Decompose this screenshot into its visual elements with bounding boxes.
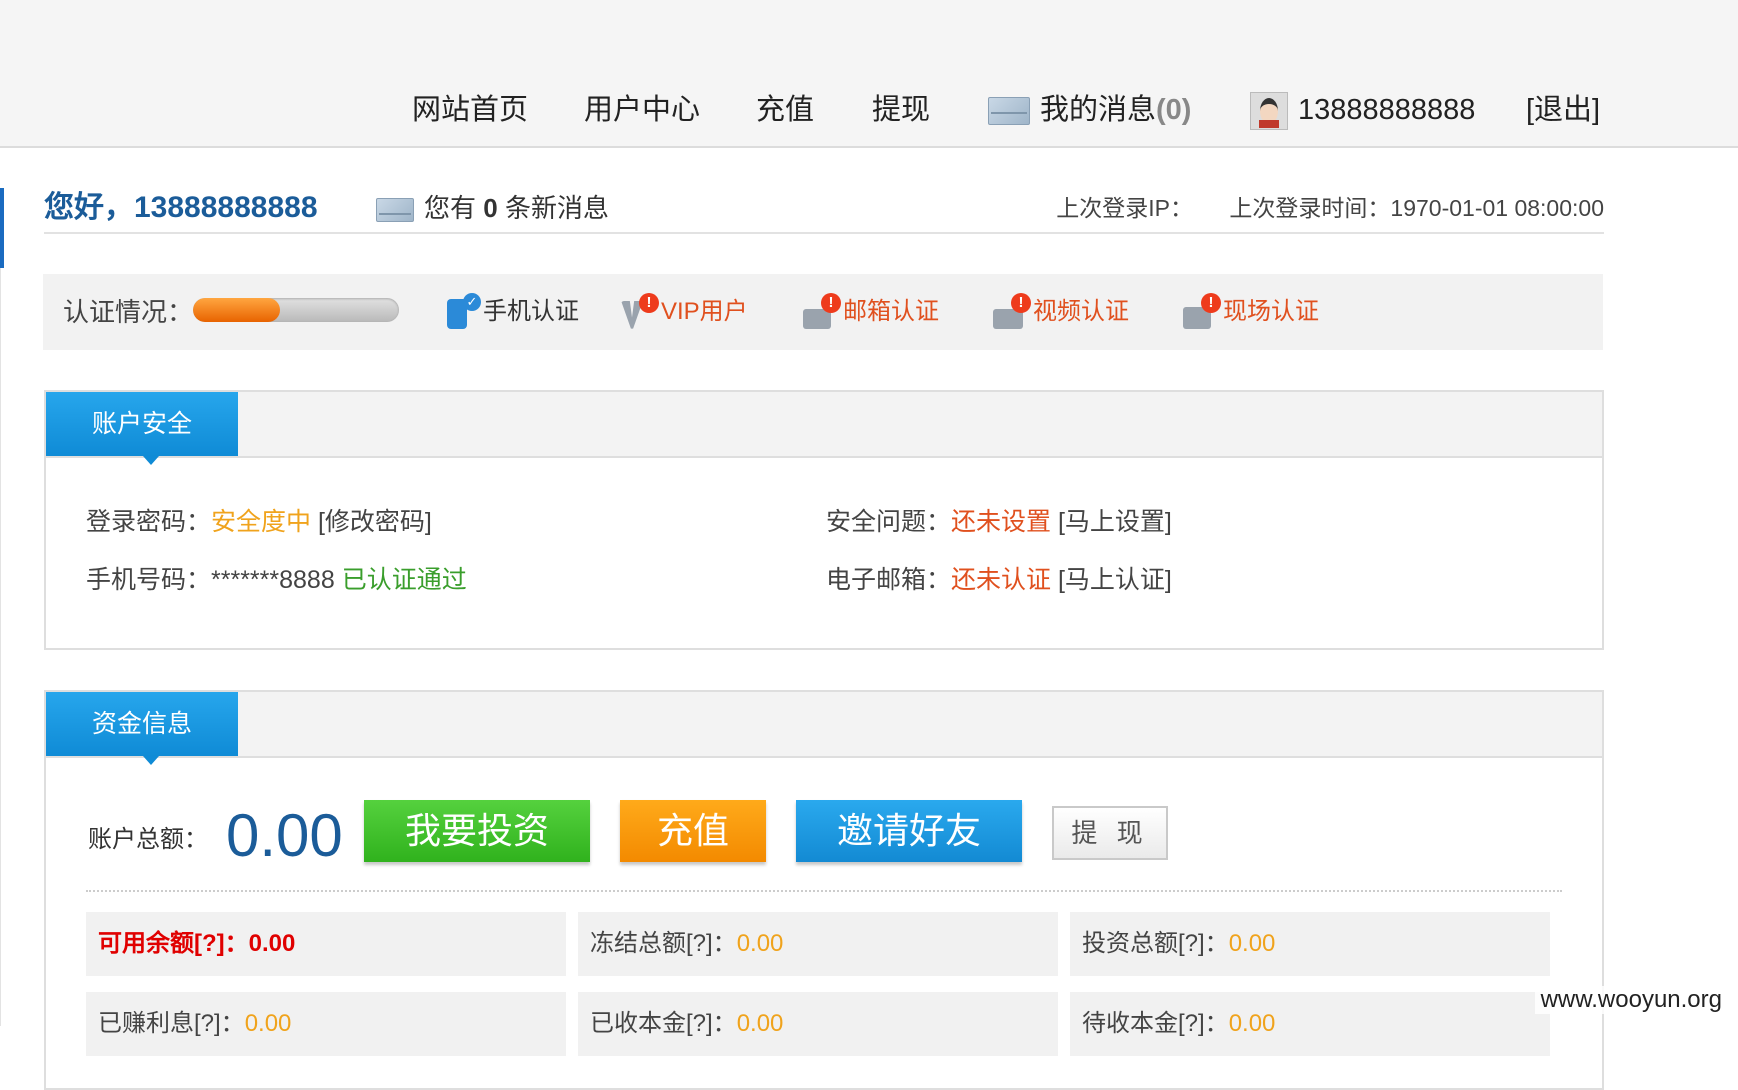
- nav-messages-label: 我的消息: [1040, 94, 1157, 126]
- phone-row: 手机号码：*******8888 已认证通过: [86, 560, 467, 600]
- video-camera-icon: !: [993, 292, 1031, 329]
- nav-home-link[interactable]: 网站首页: [412, 88, 528, 132]
- password-status: 安全度中: [211, 508, 312, 536]
- phone-icon: ✓: [443, 292, 481, 329]
- greeting-text: 您好，13888888888: [44, 191, 318, 224]
- verify-email-link[interactable]: [马上认证]: [1058, 566, 1172, 594]
- withdraw-button[interactable]: 提 现: [1052, 806, 1168, 860]
- stat-label: 已赚利息[?]：: [98, 1010, 245, 1037]
- last-time: 上次登录时间：1970-01-01 08:00:00: [1229, 195, 1604, 221]
- stat-value: 0.00: [248, 930, 296, 957]
- left-accent-bar: [0, 188, 4, 268]
- invest-total: 投资总额[?]：0.00: [1070, 912, 1550, 976]
- stat-label: 可用余额[?]：: [98, 930, 249, 957]
- new-message-notice[interactable]: 您有 0 条新消息: [376, 188, 609, 228]
- funds-tab[interactable]: 资金信息: [46, 692, 238, 765]
- cert-onsite-label: 现场认证: [1223, 298, 1319, 325]
- last-ip-label: 上次登录IP：: [1056, 195, 1194, 221]
- email-label: 电子邮箱：: [826, 566, 952, 594]
- stat-label: 已收本金[?]：: [590, 1010, 737, 1037]
- cert-email[interactable]: ! 邮箱认证: [803, 274, 939, 350]
- nav-messages-count: (0): [1156, 94, 1192, 126]
- nav-user-center-link[interactable]: 用户中心: [584, 88, 700, 132]
- greeting-row: 您好，13888888888 您有 0 条新消息 上次登录IP： 上次登录时间：…: [44, 188, 1604, 234]
- mail-icon: [988, 97, 1030, 126]
- cert-vip-label: VIP用户: [661, 298, 748, 325]
- divider: [86, 890, 1562, 892]
- password-label: 登录密码：: [86, 508, 212, 536]
- cert-video-label: 视频认证: [1033, 298, 1129, 325]
- phone-label: 手机号码：: [86, 566, 212, 594]
- change-password-link[interactable]: [修改密码]: [318, 508, 432, 536]
- cert-onsite[interactable]: ! 现场认证: [1183, 274, 1319, 350]
- last-time-value: 1970-01-01 08:00:00: [1390, 195, 1604, 221]
- mail-icon: [376, 198, 414, 223]
- frozen-total: 冻结总额[?]：0.00: [578, 912, 1058, 976]
- account-security-tab[interactable]: 账户安全: [46, 392, 238, 465]
- nav-user-link[interactable]: 13888888888: [1250, 88, 1475, 132]
- question-label: 安全问题：: [826, 508, 952, 536]
- cert-vip[interactable]: ! VIP用户: [621, 274, 748, 350]
- nav-username: 13888888888: [1298, 94, 1476, 126]
- last-time-label: 上次登录时间：: [1229, 195, 1391, 221]
- stat-label: 待收本金[?]：: [1082, 1010, 1229, 1037]
- security-question-row: 安全问题：还未设置 [马上设置]: [826, 502, 1172, 542]
- stat-value: 0.00: [736, 1010, 784, 1037]
- nav-withdraw-link[interactable]: 提现: [872, 88, 930, 132]
- msg-suffix: 条新消息: [504, 193, 609, 223]
- last-login-info: 上次登录IP： 上次登录时间：1970-01-01 08:00:00: [1056, 188, 1604, 228]
- login-password-row: 登录密码：安全度中 [修改密码]: [86, 502, 432, 542]
- cert-progress-bar: [193, 298, 399, 322]
- msg-count: 0: [483, 193, 498, 223]
- phone-value: *******8888: [211, 566, 335, 594]
- cert-phone-label: 手机认证: [483, 298, 579, 325]
- top-navigation-bar: 网站首页 用户中心 充值 提现 我的消息(0) 13888888888 [退出]: [0, 0, 1738, 148]
- cert-phone[interactable]: ✓ 手机认证: [443, 274, 579, 350]
- invite-friends-button[interactable]: 邀请好友: [796, 800, 1022, 862]
- total-value: 0.00: [226, 802, 343, 869]
- computer-icon: !: [1183, 292, 1221, 329]
- total-label: 账户总额：: [88, 826, 208, 853]
- msg-prefix: 您有: [424, 193, 477, 223]
- set-question-link[interactable]: [马上设置]: [1058, 508, 1172, 536]
- cert-video[interactable]: ! 视频认证: [993, 274, 1129, 350]
- watermark-text: www.wooyun.org: [1534, 986, 1728, 1014]
- panel-header: 账户安全: [46, 392, 1602, 465]
- email-status: 还未认证: [951, 566, 1052, 594]
- question-status: 还未设置: [951, 508, 1052, 536]
- recharge-button[interactable]: 充值: [620, 800, 766, 862]
- invest-button[interactable]: 我要投资: [364, 800, 590, 862]
- stat-value: 0.00: [736, 930, 784, 957]
- stat-label: 冻结总额[?]：: [590, 930, 737, 957]
- email-row: 电子邮箱：还未认证 [马上认证]: [826, 560, 1172, 600]
- earned-interest: 已赚利息[?]：0.00: [86, 992, 566, 1056]
- nav-messages-link[interactable]: 我的消息(0): [988, 88, 1191, 132]
- nav-recharge-link[interactable]: 充值: [756, 88, 814, 132]
- cert-progress-fill: [193, 298, 280, 322]
- available-balance: 可用余额[?]：0.00: [86, 912, 566, 976]
- left-border-line: [0, 268, 1, 1026]
- stat-value: 0.00: [1228, 1010, 1276, 1037]
- vip-icon: !: [621, 292, 659, 329]
- nav-logout-link[interactable]: [退出]: [1526, 88, 1600, 132]
- pending-principal: 待收本金[?]：0.00: [1070, 992, 1550, 1056]
- email-icon: !: [803, 292, 841, 329]
- account-security-panel: 账户安全 登录密码：安全度中 [修改密码] 手机号码：*******8888 已…: [44, 390, 1604, 650]
- cert-label: 认证情况：: [63, 297, 194, 327]
- stat-value: 0.00: [244, 1010, 292, 1037]
- certification-row: 认证情况： ✓ 手机认证 ! VIP用户 ! 邮箱认证 ! 视频认证 ! 现场认证: [43, 274, 1603, 350]
- stat-label: 投资总额[?]：: [1082, 930, 1229, 957]
- received-principal: 已收本金[?]：0.00: [578, 992, 1058, 1056]
- funds-panel: 资金信息 账户总额： 0.00 我要投资 充值 邀请好友 提 现 可用余额[?]…: [44, 690, 1604, 1090]
- main-nav: 网站首页 用户中心 充值 提现 我的消息(0) 13888888888 [退出]: [0, 88, 1738, 132]
- stat-value: 0.00: [1228, 930, 1276, 957]
- avatar-icon: [1250, 92, 1288, 131]
- cert-email-label: 邮箱认证: [843, 298, 939, 325]
- panel-header: 资金信息: [46, 692, 1602, 765]
- phone-status: 已认证通过: [341, 566, 467, 594]
